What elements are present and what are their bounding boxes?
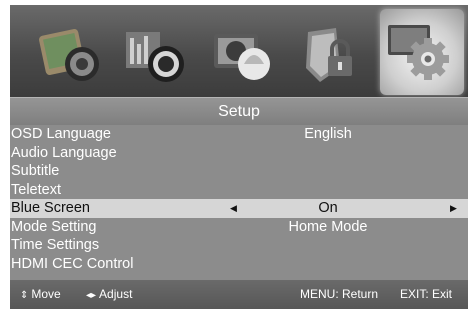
- channel-icon: [214, 34, 270, 80]
- menu-item-teletext[interactable]: Teletext: [10, 181, 468, 200]
- setup-menu: OSD Language English Audio Language Subt…: [10, 125, 468, 273]
- lock-icon: [306, 28, 352, 82]
- menu-item-mode-setting[interactable]: Mode Setting Home Mode: [10, 218, 468, 237]
- menu-item-label: OSD Language: [11, 126, 111, 142]
- menu-item-label: Audio Language: [11, 144, 117, 161]
- up-down-arrows-icon: ⇕: [20, 290, 29, 301]
- setup-gear-icon: [388, 25, 449, 80]
- move-hint: ⇕ Move: [20, 287, 61, 301]
- exit-hint: EXIT: Exit: [400, 287, 453, 301]
- tab-picture[interactable]: [32, 16, 112, 94]
- menu-item-value: Home Mode: [288, 218, 368, 235]
- key-hint-bar: ⇕ Move ◂▸ Adjust MENU: Return EXIT: Exit: [10, 280, 468, 309]
- menu-item-value: On: [318, 200, 338, 216]
- menu-return-hint: MENU: Return: [300, 287, 379, 301]
- menu-item-osd-language[interactable]: OSD Language English: [10, 125, 468, 144]
- menu-item-label: HDMI CEC Control: [11, 255, 134, 272]
- menu-item-label: Mode Setting: [11, 218, 97, 235]
- tab-channel[interactable]: [206, 16, 286, 94]
- menu-item-label: Blue Screen: [11, 200, 90, 216]
- category-icon-bar: [10, 5, 468, 97]
- menu-item-subtitle[interactable]: Subtitle: [10, 162, 468, 181]
- menu-item-value: English: [304, 126, 352, 142]
- picture-icon: [39, 29, 99, 81]
- arrow-right-icon[interactable]: ▶: [450, 199, 457, 218]
- menu-title: Setup: [10, 97, 468, 125]
- menu-item-label: Teletext: [11, 181, 61, 198]
- tab-setup[interactable]: [380, 9, 464, 95]
- adjust-hint: ◂▸ Adjust: [86, 287, 133, 301]
- menu-item-label: Subtitle: [11, 163, 60, 179]
- sound-icon: [126, 32, 184, 82]
- menu-item-audio-language[interactable]: Audio Language: [10, 144, 468, 163]
- tab-lock[interactable]: [294, 16, 374, 94]
- menu-item-time-settings[interactable]: Time Settings: [10, 236, 468, 255]
- left-right-arrows-icon: ◂▸: [86, 290, 97, 301]
- menu-item-blue-screen[interactable]: Blue Screen ◀ On ▶: [10, 199, 468, 218]
- menu-item-label: Time Settings: [11, 237, 100, 253]
- osd-panel: Setup OSD Language English Audio Languag…: [10, 5, 468, 309]
- menu-item-hdmi-cec-control[interactable]: HDMI CEC Control: [10, 255, 468, 274]
- tab-sound[interactable]: [118, 16, 198, 94]
